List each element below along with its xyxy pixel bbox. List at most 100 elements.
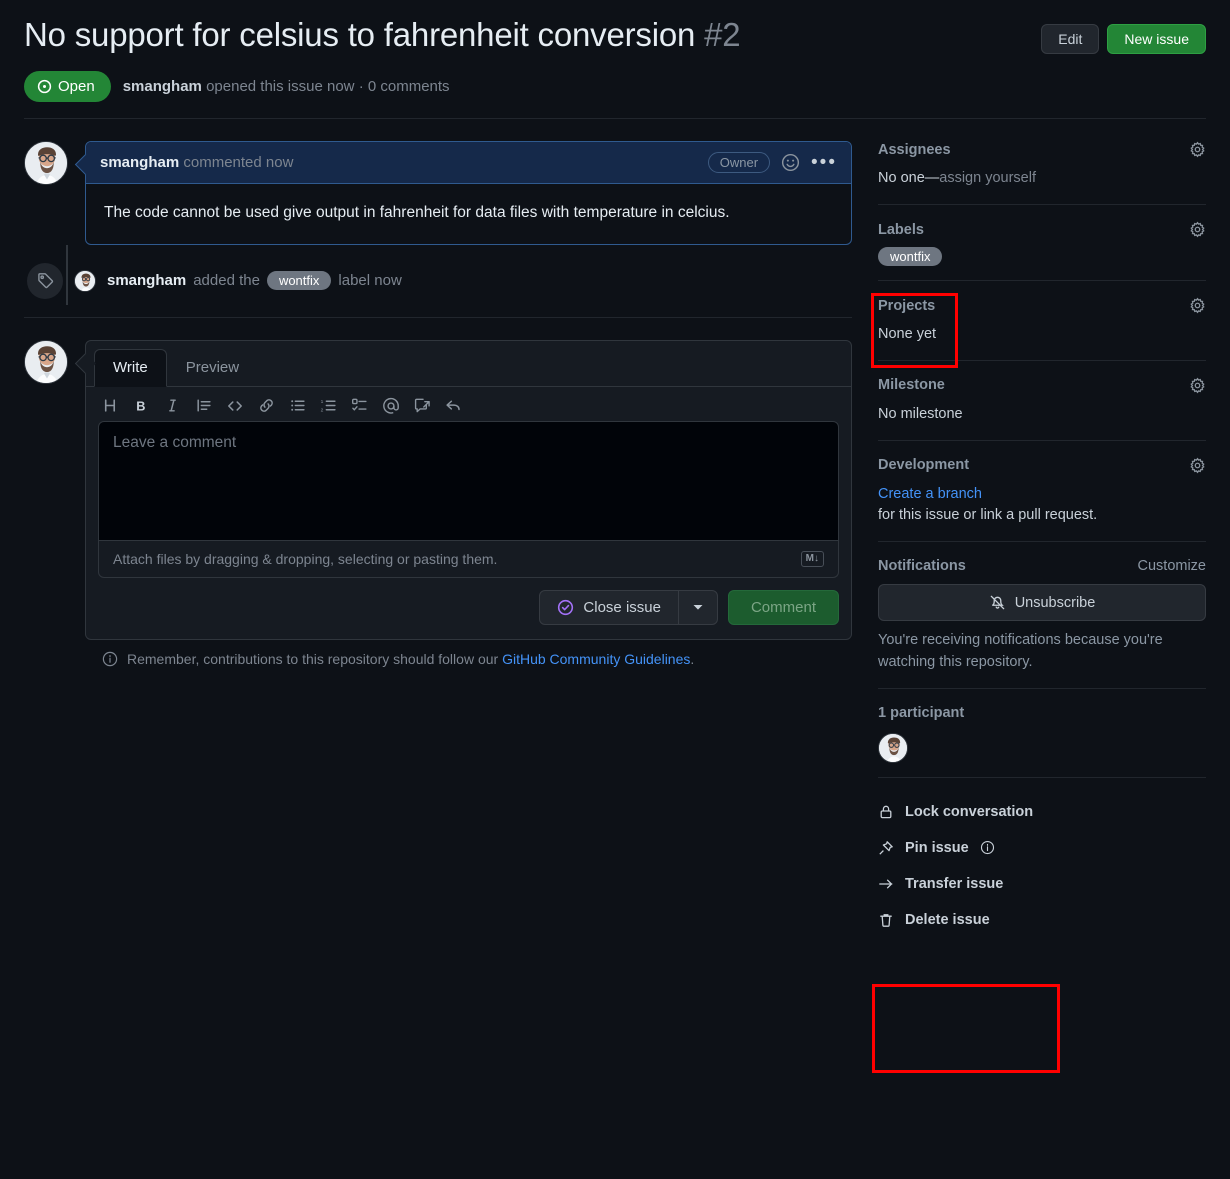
lock-icon	[878, 804, 894, 820]
markdown-icon[interactable]: M↓	[801, 551, 824, 567]
customize-link[interactable]: Customize	[1138, 558, 1207, 574]
transfer-issue-label: Transfer issue	[905, 876, 1003, 892]
tab-preview[interactable]: Preview	[167, 349, 258, 386]
svg-text:2: 2	[321, 407, 324, 413]
create-branch-link[interactable]: Create a branch	[878, 486, 982, 502]
issue-author[interactable]: smangham	[123, 78, 202, 95]
page-title: No support for celsius to fahrenheit con…	[24, 14, 740, 55]
unordered-list-icon[interactable]	[289, 397, 306, 414]
assignees-header: Assignees	[878, 141, 1206, 158]
attach-files-bar[interactable]: Attach files by dragging & dropping, sel…	[98, 541, 839, 578]
labels-title: Labels	[878, 222, 924, 238]
chevron-down-icon[interactable]	[678, 591, 717, 624]
lock-conversation-label: Lock conversation	[905, 804, 1033, 820]
comment-input[interactable]: Leave a comment	[98, 421, 839, 541]
submit-comment-button[interactable]: Comment	[728, 590, 839, 625]
link-icon[interactable]	[258, 397, 275, 414]
sidebar-section-projects: Projects None yet	[878, 280, 1206, 360]
ordered-list-icon[interactable]: 12	[320, 397, 337, 414]
timeline-event-labeled: smangham added the wontfix label now	[24, 245, 852, 317]
gear-icon[interactable]	[1189, 221, 1206, 238]
info-icon	[102, 651, 118, 667]
delete-issue-action[interactable]: Delete issue	[878, 902, 1206, 938]
reply-icon[interactable]	[445, 397, 462, 414]
comment-body: The code cannot be used give output in f…	[86, 184, 851, 243]
comment-header: smangham commented now Owner	[86, 142, 851, 184]
timeline-actor[interactable]: smangham	[107, 272, 186, 289]
notifications-title: Notifications	[878, 558, 966, 574]
avatar[interactable]	[24, 141, 68, 185]
sidebar-section-milestone: Milestone No milestone	[878, 360, 1206, 440]
issue-opened-text: opened this issue now	[206, 78, 354, 95]
trash-icon	[878, 912, 894, 928]
issue-number: #2	[704, 16, 740, 53]
projects-title: Projects	[878, 298, 935, 314]
gear-icon[interactable]	[1189, 457, 1206, 474]
comment-card: smangham commented now Owner	[85, 141, 852, 244]
sidebar-section-notifications: Notifications Customize Unsubscribe You'…	[878, 541, 1206, 688]
assignees-value: No one—assign yourself	[878, 168, 1206, 190]
italic-icon[interactable]	[164, 397, 181, 414]
sidebar-section-assignees: Assignees No one—assign yourself	[878, 141, 1206, 204]
edit-button[interactable]: Edit	[1041, 24, 1099, 54]
status-badge: Open	[24, 71, 111, 102]
close-issue-icon	[557, 599, 574, 616]
gear-icon[interactable]	[1189, 377, 1206, 394]
assignees-none: No one—	[878, 170, 939, 186]
new-issue-button[interactable]: New issue	[1107, 24, 1206, 54]
info-icon[interactable]	[980, 840, 995, 855]
guideline-link[interactable]: GitHub Community Guidelines	[502, 651, 690, 667]
lock-conversation-action[interactable]: Lock conversation	[878, 794, 1206, 830]
highlight-box-issue-actions	[872, 984, 1060, 1073]
development-title: Development	[878, 457, 969, 473]
timeline-verb: added the	[193, 272, 260, 289]
composer-avatar[interactable]	[24, 340, 68, 384]
meta-separator: ·	[359, 78, 364, 95]
close-issue-button[interactable]: Close issue	[540, 591, 678, 624]
development-header: Development	[878, 457, 1206, 474]
comment-thread: smangham commented now Owner	[24, 141, 852, 244]
unsubscribe-button[interactable]: Unsubscribe	[878, 584, 1206, 621]
task-list-icon[interactable]	[351, 397, 368, 414]
participants-title: 1 participant	[878, 705, 964, 721]
milestone-title: Milestone	[878, 377, 945, 393]
comment-composer-row: Write Preview B	[24, 340, 852, 640]
assignees-title: Assignees	[878, 142, 951, 158]
pin-icon	[878, 840, 894, 856]
assign-yourself-link[interactable]: assign yourself	[939, 170, 1036, 186]
guideline-text: Remember, contributions to this reposito…	[127, 651, 694, 667]
kebab-menu-icon[interactable]: •••	[811, 153, 837, 172]
comment-author-name[interactable]: smangham	[100, 154, 179, 171]
mention-icon[interactable]	[382, 397, 400, 415]
timeline-avatar[interactable]	[74, 270, 96, 292]
pin-issue-label: Pin issue	[905, 840, 969, 856]
labels-value: wontfix	[878, 248, 1206, 266]
participants-list	[878, 733, 1206, 763]
sidebar-section-labels: Labels wontfix	[878, 204, 1206, 280]
timeline-label-chip[interactable]: wontfix	[267, 271, 331, 290]
comment-form: Write Preview B	[85, 340, 852, 640]
label-chip-wontfix[interactable]: wontfix	[878, 247, 942, 266]
bold-icon[interactable]: B	[133, 397, 150, 414]
tab-write[interactable]: Write	[94, 349, 167, 387]
transfer-issue-action[interactable]: Transfer issue	[878, 866, 1206, 902]
sidebar: Assignees No one—assign yourself Labels	[878, 141, 1206, 951]
composer-actions: Close issue Comment	[86, 590, 851, 639]
quote-icon[interactable]	[195, 397, 212, 414]
issue-title-text: No support for celsius to fahrenheit con…	[24, 16, 695, 53]
issue-opened-icon	[37, 79, 52, 94]
smiley-icon[interactable]	[781, 153, 800, 172]
notifications-description: You're receiving notifications because y…	[878, 630, 1206, 674]
heading-icon[interactable]	[102, 397, 119, 414]
pin-issue-action[interactable]: Pin issue	[878, 830, 1206, 866]
code-icon[interactable]	[226, 397, 244, 415]
issue-body: smangham commented now Owner	[0, 119, 1230, 951]
participant-avatar[interactable]	[878, 733, 908, 763]
cross-reference-icon[interactable]	[414, 397, 431, 414]
svg-text:B: B	[136, 398, 145, 413]
issue-meta: Open smangham opened this issue now · 0 …	[24, 71, 1206, 102]
gear-icon[interactable]	[1189, 297, 1206, 314]
owner-badge: Owner	[708, 152, 770, 173]
gear-icon[interactable]	[1189, 141, 1206, 158]
comment-count: 0 comments	[368, 78, 450, 95]
